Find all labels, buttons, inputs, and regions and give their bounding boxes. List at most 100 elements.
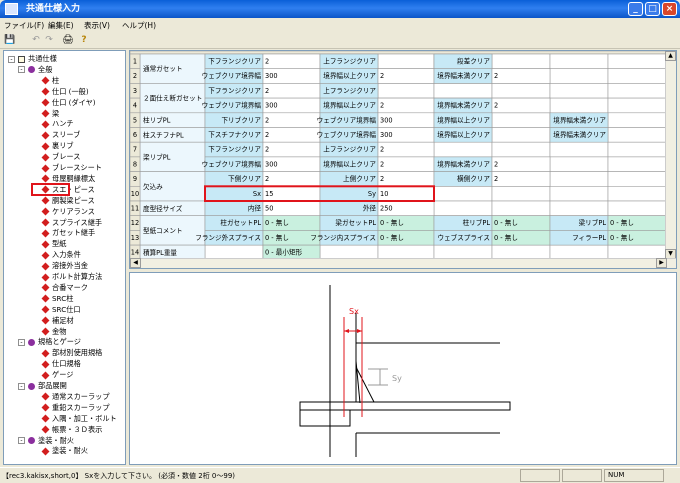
tree-item[interactable]: 塗装・耐火 <box>52 446 88 456</box>
tree-expander-icon[interactable]: - <box>18 66 25 74</box>
tree-item[interactable]: 合番マーク <box>52 283 88 293</box>
print-icon[interactable]: 🖨 <box>62 35 74 46</box>
tree-item[interactable]: 裏リブ <box>52 141 74 151</box>
tree-item[interactable]: ケリアランス <box>52 207 95 217</box>
tree-item[interactable]: ブレース <box>52 152 80 162</box>
tree-folder[interactable]: 規格とゲージ <box>38 337 81 347</box>
grid-cell[interactable] <box>433 83 493 99</box>
grid-cell[interactable] <box>607 68 667 84</box>
grid-cell[interactable] <box>491 186 551 202</box>
grid-cell[interactable] <box>607 156 667 172</box>
tree-item[interactable]: 部材別使用規格 <box>52 348 102 358</box>
tree-item[interactable]: スプライス継手 <box>52 218 102 228</box>
grid-cell[interactable] <box>549 171 609 187</box>
help-icon[interactable]: ? <box>78 35 90 46</box>
grid-cell[interactable] <box>491 171 551 187</box>
grid-cell[interactable] <box>549 156 609 172</box>
grid-cell[interactable] <box>607 200 667 216</box>
minimize-button[interactable]: _ <box>628 2 643 16</box>
tree-item[interactable]: ボルト計算方法 <box>52 272 102 282</box>
tree-item[interactable]: ハンチ <box>52 119 74 129</box>
grid-cell[interactable] <box>377 156 435 172</box>
grid-cell[interactable] <box>491 97 551 114</box>
grid-horizontal-scrollbar[interactable]: ◀ ▶ <box>130 258 676 268</box>
grid-cell[interactable] <box>491 83 551 99</box>
tree-item[interactable]: SRC柱 <box>52 294 73 304</box>
grid-cell[interactable] <box>549 53 609 69</box>
tree-item[interactable]: 金物 <box>52 327 66 337</box>
scroll-up-icon[interactable]: ▲ <box>665 51 676 61</box>
grid-cell[interactable] <box>262 141 321 158</box>
grid-cell[interactable] <box>549 97 609 114</box>
grid-cell[interactable] <box>607 83 667 99</box>
grid-cell[interactable] <box>491 112 551 128</box>
tree-expander-icon[interactable]: - <box>8 55 15 63</box>
tree-folder[interactable]: 全般 <box>38 65 52 75</box>
tree-item[interactable]: 梁 <box>52 109 59 119</box>
tree-folder[interactable]: 塗装・耐火 <box>38 436 74 446</box>
grid-cell[interactable] <box>549 141 609 158</box>
grid-cell[interactable] <box>607 53 667 69</box>
grid-cell[interactable] <box>377 68 435 84</box>
tree-item[interactable]: 型紙 <box>52 239 66 249</box>
grid-cell[interactable] <box>262 53 321 69</box>
tree-item[interactable]: ガセット継手 <box>52 228 95 238</box>
grid-cell[interactable] <box>262 112 321 128</box>
scroll-left-icon[interactable]: ◀ <box>130 258 141 268</box>
menu-edit[interactable]: 編集(E) <box>48 20 74 31</box>
tree-item[interactable]: ブレースシート <box>52 163 102 173</box>
tree-item[interactable]: 柱 <box>52 76 59 86</box>
menu-help[interactable]: ヘルプ(H) <box>122 20 156 31</box>
grid-cell[interactable] <box>491 200 551 216</box>
tree-item[interactable]: 溶接外当金 <box>52 261 88 271</box>
grid-cell[interactable] <box>549 83 609 99</box>
grid-cell[interactable] <box>549 186 609 202</box>
grid-cell[interactable] <box>433 141 493 158</box>
tree-expander-icon[interactable]: - <box>18 382 25 390</box>
grid-cell[interactable] <box>262 171 321 187</box>
grid-cell[interactable] <box>377 53 435 69</box>
grid-cell[interactable] <box>377 83 435 99</box>
grid-cell[interactable] <box>491 68 551 84</box>
grid-cell[interactable] <box>607 141 667 158</box>
grid-cell[interactable] <box>607 127 667 143</box>
tree-item[interactable]: 入隅・加工・ボルト <box>52 414 117 424</box>
tree-item[interactable]: 胴製梁ピース <box>52 196 95 206</box>
menu-file[interactable]: ファイル(F) <box>4 20 44 31</box>
grid-cell[interactable] <box>491 156 551 172</box>
redo-icon[interactable]: ↷ <box>43 35 55 46</box>
grid-vertical-scrollbar[interactable]: ▲ ▼ <box>665 51 676 260</box>
undo-icon[interactable]: ↶ <box>30 35 42 46</box>
tree-item[interactable]: 補足材 <box>52 316 74 326</box>
grid-cell[interactable] <box>262 127 321 143</box>
grid-cell[interactable] <box>607 171 667 187</box>
grid-cell[interactable] <box>377 97 435 114</box>
tree-item[interactable]: 仕口 (一般) <box>52 87 89 97</box>
tree-expander-icon[interactable]: - <box>18 338 25 346</box>
tree-item[interactable]: スリーブ <box>52 130 80 140</box>
tree-item[interactable]: 仕口 (ダイヤ) <box>52 98 96 108</box>
grid-cell[interactable] <box>491 53 551 69</box>
grid-cell[interactable] <box>433 200 493 216</box>
grid-cell[interactable] <box>549 68 609 84</box>
tree-item[interactable]: 重鉛スカーラップ <box>52 403 110 413</box>
grid-cell[interactable] <box>607 97 667 114</box>
tree-folder[interactable]: 共通仕様 <box>28 54 57 64</box>
grid-cell[interactable] <box>377 141 435 158</box>
grid-cell[interactable] <box>262 83 321 99</box>
tree-item[interactable]: ゲージ <box>52 370 73 380</box>
grid-cell[interactable] <box>491 127 551 143</box>
scroll-right-icon[interactable]: ▶ <box>656 258 667 268</box>
tree-item[interactable]: 帳票・３Ｄ表示 <box>52 425 102 435</box>
tree-item[interactable]: SRC仕口 <box>52 305 81 315</box>
tree-item[interactable]: 仕口規格 <box>52 359 81 369</box>
maximize-button[interactable]: □ <box>645 2 660 16</box>
grid-cell[interactable] <box>549 200 609 216</box>
grid-cell[interactable] <box>491 141 551 158</box>
close-button[interactable]: × <box>662 2 677 16</box>
grid-cell[interactable] <box>377 171 435 187</box>
save-icon[interactable]: 💾 <box>4 35 16 46</box>
grid-cell[interactable] <box>433 186 493 202</box>
grid-cell[interactable] <box>607 186 667 202</box>
tree-folder[interactable]: 部品展開 <box>38 381 67 391</box>
